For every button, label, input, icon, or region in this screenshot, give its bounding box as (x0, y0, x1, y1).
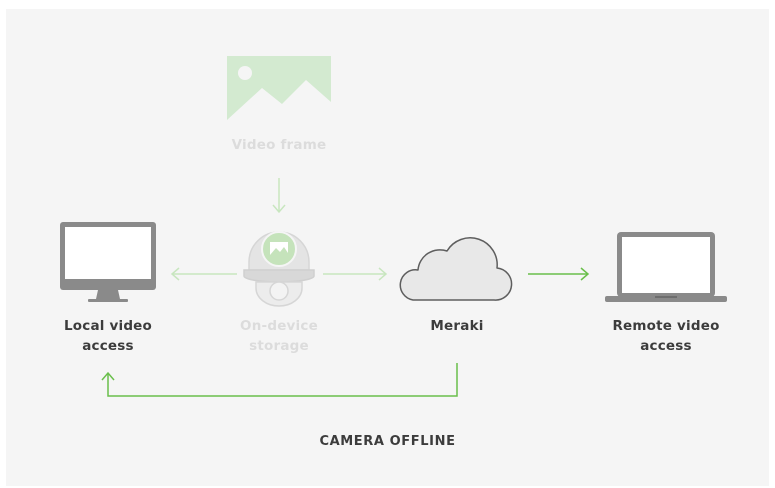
arrow-meraki-to-local (101, 363, 458, 397)
camera-icon (243, 231, 315, 307)
image-icon (227, 56, 331, 120)
arrow-meraki-to-remote (528, 267, 590, 281)
monitor-icon (60, 222, 156, 302)
arrow-storage-to-meraki (323, 267, 388, 281)
cloud-icon (399, 237, 513, 301)
arrow-frame-to-storage (272, 178, 286, 214)
label-remote-video-access: Remote video access (612, 318, 720, 354)
caption-camera-offline: CAMERA OFFLINE (319, 434, 456, 449)
flow-diagram (60, 56, 727, 397)
label-video-frame: Video frame (231, 137, 327, 153)
arrow-storage-to-local (170, 267, 237, 281)
label-local-video-access: Local video access (63, 318, 153, 354)
label-on-device-storage: On-device storage (240, 318, 318, 354)
label-meraki: Meraki (430, 318, 484, 334)
laptop-icon (605, 232, 727, 302)
